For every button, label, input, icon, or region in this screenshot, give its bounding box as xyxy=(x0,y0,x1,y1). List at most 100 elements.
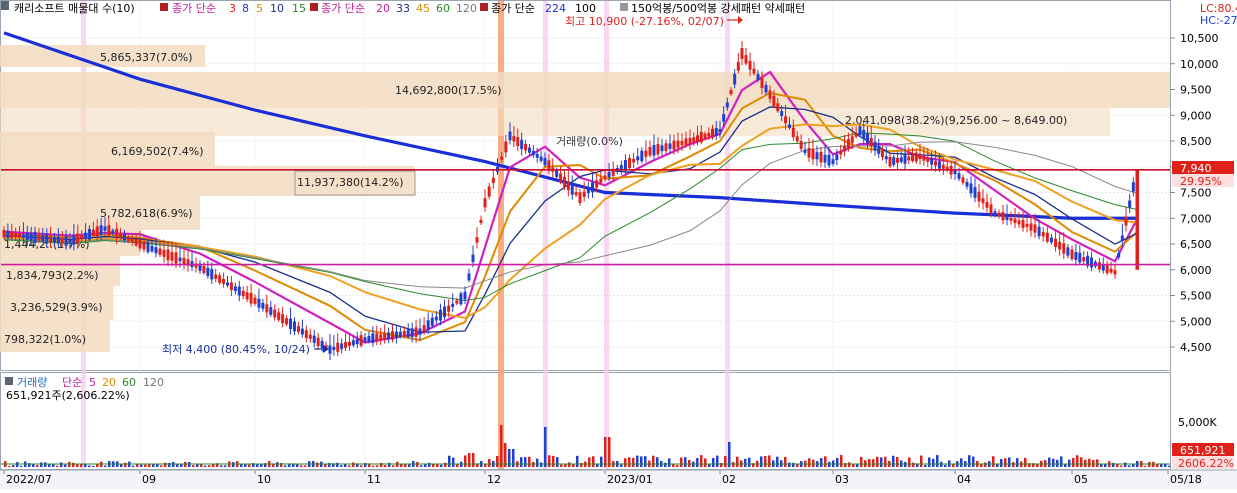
volume-bar xyxy=(440,464,443,467)
volume-bar xyxy=(248,464,251,467)
candle-body xyxy=(644,150,648,157)
candle-body xyxy=(981,198,985,204)
volume-bar xyxy=(680,457,683,467)
volume-bar xyxy=(696,458,699,467)
volume-bar xyxy=(472,453,475,467)
candle-body xyxy=(599,178,603,183)
candle-body xyxy=(835,154,839,161)
candle-body xyxy=(965,182,969,187)
ma1-period-3: 3 xyxy=(229,2,236,15)
legend-marker-icon xyxy=(5,377,13,385)
volume-bar xyxy=(20,465,23,467)
candle-body xyxy=(265,304,269,313)
volume-bar xyxy=(1008,457,1011,467)
candle-body xyxy=(56,236,60,244)
candle-body xyxy=(684,138,688,146)
candle-body xyxy=(64,236,68,246)
price-tick-label: 9,500 xyxy=(1180,84,1212,97)
candle-body xyxy=(1117,252,1121,258)
volume-ma-20: 20 xyxy=(102,376,116,389)
candle-body xyxy=(300,328,304,335)
volume-bar xyxy=(336,462,339,467)
candle-body xyxy=(527,147,531,153)
volume-bar xyxy=(820,458,823,467)
volume-bar xyxy=(776,456,779,467)
volume-bar xyxy=(80,464,83,467)
candle-body xyxy=(1054,238,1058,247)
candle-body xyxy=(640,150,644,162)
candle-body xyxy=(562,176,566,187)
ma3-label[interactable]: 종가 단순 xyxy=(491,2,535,15)
candle-body xyxy=(1066,247,1070,256)
candle-body xyxy=(555,170,559,178)
chart-canvas[interactable]: 5,865,337(7.0%) 14,692,800(17.5%) 6,169,50… xyxy=(0,0,1237,489)
volume-bar xyxy=(928,457,931,467)
volume-bar xyxy=(160,465,163,467)
candle-body xyxy=(733,73,737,85)
time-tick-label: 09 xyxy=(142,473,156,486)
legend-title[interactable]: 캐리소프트 매물대 수(10) xyxy=(14,2,135,15)
volume-bar xyxy=(176,464,179,467)
volume-bar xyxy=(408,464,411,467)
volume-bar xyxy=(992,456,995,467)
volume-bar xyxy=(924,464,927,467)
volume-bar xyxy=(736,456,739,467)
ma3-period-100: 100 xyxy=(575,2,596,15)
candle-body xyxy=(985,202,989,208)
volume-bar xyxy=(896,456,899,467)
candle-body xyxy=(632,158,636,163)
candle-body xyxy=(740,48,744,59)
volume-bar xyxy=(960,458,963,467)
candle-body xyxy=(312,335,316,343)
volume-bar xyxy=(1088,458,1091,467)
volume-bar xyxy=(712,457,715,467)
candle-body xyxy=(937,161,941,169)
candle-body xyxy=(911,154,914,162)
volume-bar xyxy=(1124,462,1127,467)
volume-bar xyxy=(144,464,147,467)
volume-bar xyxy=(1144,465,1147,467)
volume-bar xyxy=(548,455,551,467)
candle-body xyxy=(1082,257,1086,262)
candle-body xyxy=(707,132,711,137)
candle-body xyxy=(119,233,123,238)
candle-body xyxy=(418,328,422,335)
candle-body xyxy=(379,334,383,340)
volume-bar xyxy=(88,465,91,467)
candle-body xyxy=(831,159,835,164)
ma1-label[interactable]: 종가 단순 xyxy=(172,2,216,15)
volume-bar xyxy=(876,456,879,467)
volume-bar xyxy=(972,456,975,467)
volume-bar xyxy=(376,465,379,467)
pattern-label[interactable]: 150억봉/500억봉 강세패턴 약세패턴 xyxy=(631,1,805,15)
current-volume: 651,921 xyxy=(1180,444,1226,457)
volume-legend-label[interactable]: 거래량 xyxy=(17,376,47,389)
volume-bar xyxy=(40,462,43,467)
candle-body xyxy=(158,248,162,255)
candle-body xyxy=(922,155,926,161)
ma2-label[interactable]: 종가 단순 xyxy=(321,2,365,15)
candle-body xyxy=(1128,200,1132,208)
volume-bar xyxy=(1060,456,1063,467)
candle-body xyxy=(2,229,6,238)
candle-body xyxy=(289,318,293,330)
candle-body xyxy=(52,237,56,243)
ma2-period-120: 120 xyxy=(456,2,477,15)
candle-body xyxy=(520,139,524,150)
volume-bar xyxy=(164,462,167,467)
volume-bar xyxy=(260,464,263,467)
candle-body xyxy=(941,164,945,169)
time-tick-label: 2023/01 xyxy=(607,473,653,486)
volume-ma-120: 120 xyxy=(143,376,164,389)
volume-bar xyxy=(1096,459,1099,467)
pattern-band xyxy=(543,1,548,469)
volume-bar xyxy=(912,462,915,467)
candle-body xyxy=(146,242,150,253)
volume-bar xyxy=(640,456,643,467)
volume-bar xyxy=(436,464,439,467)
time-tick-label: 2022/07 xyxy=(6,473,52,486)
candle-body xyxy=(1062,243,1066,254)
candle-body xyxy=(166,249,170,261)
candle-body xyxy=(269,307,273,315)
volume-bar xyxy=(156,464,159,467)
